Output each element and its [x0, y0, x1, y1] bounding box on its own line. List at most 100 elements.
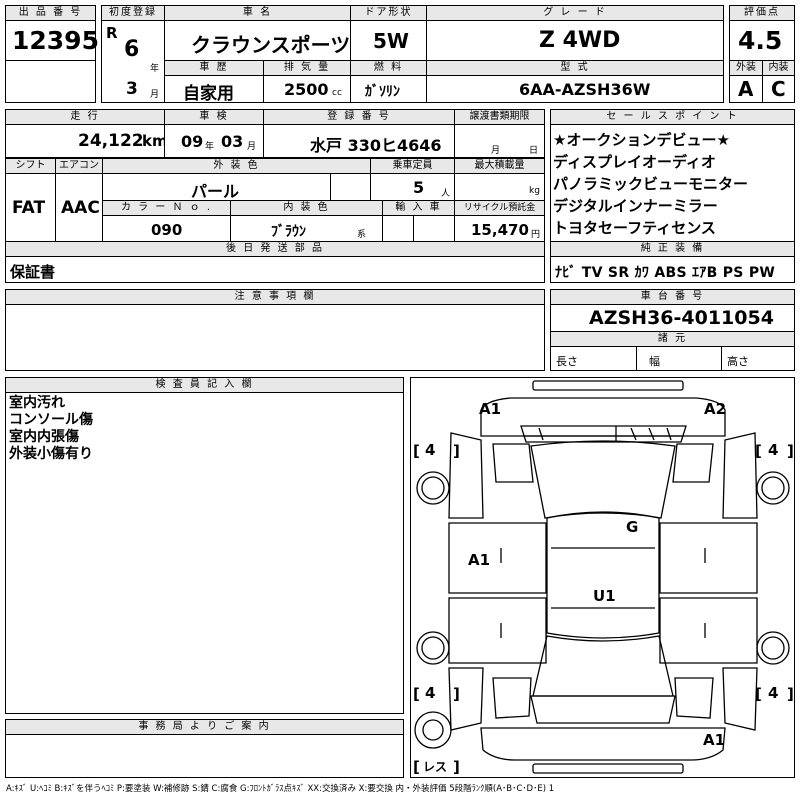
aircon-header: エアコン: [55, 158, 103, 174]
color-no-header: カ ラ ー Ｎ ｏ .: [102, 200, 231, 216]
int-color-value: ﾌﾞﾗｳﾝ: [271, 224, 306, 240]
capacity-header: 乗車定員: [370, 158, 455, 174]
ext-color-extra-cell: [330, 173, 371, 201]
history-header: 車 歴: [164, 60, 264, 76]
car-name-cell: クラウンスポーツ: [164, 20, 351, 61]
model-header: 型 式: [426, 60, 724, 76]
notes-cell: [5, 304, 545, 371]
sales-point-item: ★オークションデビュー★: [553, 131, 730, 149]
equipment-cell: ﾅﾋﾞ TV SR ｶﾜ ABS ｴｱB PS PW: [550, 256, 795, 283]
inspection-month-unit: 月: [247, 142, 257, 152]
inspector-header: 検 査 員 記 入 欄: [5, 377, 404, 393]
svg-text:[: [: [413, 685, 420, 703]
sales-points-list: ★オークションデビュー★ ディスプレイオーディオ パノラミックビューモニター デ…: [553, 129, 748, 239]
history-cell: 自家用: [164, 75, 264, 104]
recycle-value: 15,470: [471, 221, 529, 239]
svg-text:[: [: [755, 442, 762, 460]
equipment-header: 純 正 装 備: [550, 241, 795, 257]
specs-width-label: 幅: [649, 355, 660, 368]
fuel-value: ｶﾞｿﾘﾝ: [365, 84, 400, 100]
car-name: クラウンスポーツ: [191, 33, 351, 57]
specs-length-cell: 長さ: [550, 346, 637, 371]
int-color-cell: ﾌﾞﾗｳﾝ 系: [230, 215, 383, 242]
interior-grade-header: 内装: [762, 60, 795, 76]
recycle-unit: 円: [531, 230, 541, 240]
inspection-month: 03: [221, 132, 244, 151]
later-parts-value: 保証書: [10, 263, 56, 281]
fuel-cell: ｶﾞｿﾘﾝ: [350, 75, 427, 103]
lot-number-cell: 12395: [5, 20, 99, 61]
int-color-unit: 系: [357, 230, 367, 240]
import-header: 輸 入 車: [382, 200, 455, 216]
svg-text:[: [: [755, 685, 762, 703]
lot-blank-cell: [5, 60, 96, 103]
specs-height-label: 高さ: [727, 355, 749, 368]
score-header: 評価点: [729, 5, 795, 21]
max-load-cell: kg: [454, 173, 545, 201]
lot-number-header: 出 品 番 号: [5, 5, 96, 21]
inspection-year-unit: 年: [205, 142, 215, 152]
specs-height-cell: 高さ: [721, 346, 795, 371]
inspection-year: 09: [181, 132, 204, 151]
transfer-month-unit: 月: [491, 146, 501, 156]
mileage-header: 走 行: [5, 109, 165, 125]
damage-code-legend: A:ｷｽﾞ U:ﾍｺﾐ B:ｷｽﾞを伴うﾍｺﾐ P:要塗装 W:補修跡 S:錆 …: [6, 784, 555, 794]
svg-text:[: [: [413, 442, 420, 460]
first-reg-year-unit: 年: [150, 64, 160, 74]
mileage-value: 24,122: [78, 131, 144, 151]
spare-tire-label: レス: [423, 760, 448, 774]
tire-front-left-depth: 4: [425, 441, 436, 459]
score-value: 4.5: [738, 26, 783, 55]
exterior-grade-header: 外装: [729, 60, 763, 76]
transfer-cell: 月 日: [454, 124, 545, 158]
chassis-cell: AZSH36-4011054: [550, 304, 795, 332]
grade-header: グ レ ー ド: [426, 5, 724, 21]
lot-number: 12395: [12, 26, 99, 55]
damage-mark-a1-rear-right: A1: [703, 731, 726, 749]
door-cell: 5W: [350, 20, 427, 61]
grade-value: Z 4WD: [539, 28, 621, 53]
model-value: 6AA-AZSH36W: [519, 80, 651, 99]
first-reg-month: 3: [126, 79, 138, 99]
color-no-cell: 090: [102, 215, 231, 242]
notes-header: 注 意 事 項 欄: [5, 289, 545, 305]
exterior-grade-value: A: [738, 77, 754, 101]
ext-color-header: 外 装 色: [102, 158, 371, 174]
car-diagram-panel: [] [] [] [] [] A1 A2 A1 G U1 A1 4 4 4 4 …: [410, 377, 795, 778]
chassis-header: 車 台 番 号: [550, 289, 795, 305]
sales-point-item: ディスプレイオーディオ: [553, 153, 716, 171]
inspector-item: 室内汚れ: [9, 395, 65, 411]
damage-mark-g-glass: G: [626, 518, 639, 536]
inspection-header: 車 検: [164, 109, 264, 125]
inspector-item: 室内内張傷: [9, 429, 79, 445]
later-parts-header: 後 日 発 送 部 品: [5, 241, 545, 257]
history-value: 自家用: [183, 84, 234, 104]
damage-mark-a2-front-right: A2: [704, 400, 727, 418]
later-parts-cell: 保証書: [5, 256, 545, 283]
sales-points-header: セ ー ル ス ポ イ ン ト: [550, 109, 795, 125]
door-header: ドア形状: [350, 5, 427, 21]
door-value: 5W: [373, 29, 409, 53]
import-cell-right: [413, 215, 455, 242]
car-diagram: [] [] [] [] []: [413, 380, 794, 776]
score-cell: 4.5: [729, 20, 795, 61]
displacement-header: 排 気 量: [263, 60, 351, 76]
inspector-item: 外装小傷有り: [9, 446, 93, 462]
first-reg-month-unit: 月: [150, 90, 160, 100]
first-reg-year: 6: [124, 37, 140, 62]
first-reg-era: R: [106, 24, 118, 42]
inspection-cell: 09 年 03 月: [164, 124, 264, 158]
capacity-value: 5: [413, 178, 425, 197]
max-load-header: 最大積載量: [454, 158, 545, 174]
fuel-header: 燃 料: [350, 60, 427, 76]
interior-grade-cell: C: [762, 75, 795, 103]
damage-mark-a1-left-door: A1: [468, 551, 491, 569]
aircon-cell: AAC: [55, 173, 103, 242]
recycle-cell: 15,470 円: [454, 215, 545, 242]
plate-header: 登 録 番 号: [263, 109, 455, 125]
inspector-list: 室内汚れ コンソール傷 室内内張傷 外装小傷有り: [9, 395, 93, 463]
tire-rear-right-depth: 4: [768, 684, 779, 702]
interior-grade-value: C: [771, 77, 786, 101]
sales-point-item: トヨタセーフティセンス: [553, 219, 716, 237]
specs-header: 諸 元: [550, 331, 795, 347]
